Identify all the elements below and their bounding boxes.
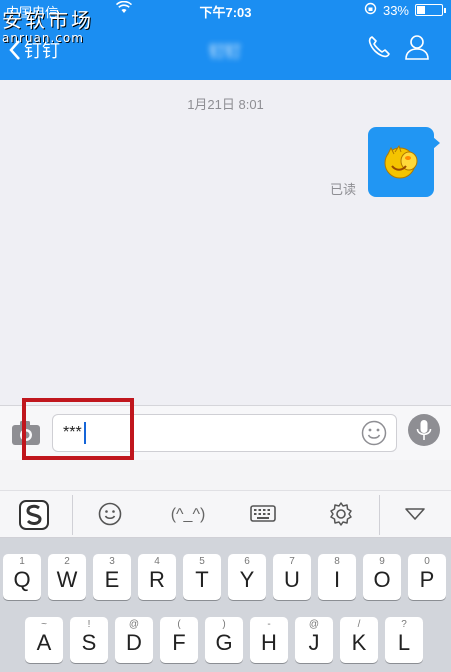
key-t[interactable]: 5T <box>183 554 221 600</box>
key-label: R <box>149 567 165 592</box>
key-y[interactable]: 6Y <box>228 554 266 600</box>
key-u[interactable]: 7U <box>273 554 311 600</box>
key-l[interactable]: ? L <box>385 617 423 663</box>
key-label: F <box>172 630 186 655</box>
key-a[interactable]: ~ A <box>25 617 63 663</box>
key-secondary-label: / <box>357 619 361 630</box>
key-label: U <box>284 567 300 592</box>
phone-icon[interactable] <box>366 34 392 60</box>
key-label: Y <box>239 567 255 592</box>
smile-icon[interactable] <box>95 501 125 529</box>
key-secondary-label: @ <box>128 619 140 630</box>
key-secondary-label: ? <box>401 619 407 630</box>
key-k[interactable]: / K <box>340 617 378 663</box>
key-label: D <box>126 630 142 655</box>
key-label: I <box>333 567 341 592</box>
key-secondary-label: 2 <box>64 556 70 567</box>
key-label: S <box>81 630 97 655</box>
key-secondary-label: 1 <box>19 556 25 567</box>
key-secondary-label: - <box>267 619 271 630</box>
key-secondary-label: ! <box>87 619 91 630</box>
top-bar: 中国电信 下午7:03 33% 安软市场 anruan.com 钉钉 钉钉 <box>0 0 451 80</box>
key-secondary-label: 4 <box>154 556 160 567</box>
key-label: Q <box>13 567 31 592</box>
key-w[interactable]: 2W <box>48 554 86 600</box>
watermark-title: 安软市场 <box>2 8 94 32</box>
key-label: G <box>215 630 233 655</box>
key-secondary-label: ) <box>222 619 226 630</box>
highlight-box <box>22 398 134 460</box>
chevron-left-icon <box>9 40 20 60</box>
key-secondary-label: 5 <box>199 556 205 567</box>
key-secondary-label: 9 <box>379 556 385 567</box>
chat-area[interactable]: 1月21日 8:01 已读 <box>0 80 451 405</box>
collapse-keyboard-icon[interactable] <box>400 501 430 529</box>
battery-percent: 33% <box>382 2 409 18</box>
key-secondary-label: 8 <box>334 556 340 567</box>
key-label: H <box>261 630 277 655</box>
message-bubble[interactable] <box>368 127 440 197</box>
key-secondary-label: ( <box>177 619 181 630</box>
key-q[interactable]: 1Q <box>3 554 41 600</box>
gear-icon[interactable] <box>326 501 356 529</box>
key-secondary-label: 6 <box>244 556 250 567</box>
key-label: L <box>397 630 411 655</box>
key-secondary-label: 7 <box>289 556 295 567</box>
key-secondary-label: 3 <box>109 556 115 567</box>
key-j[interactable]: @ J <box>295 617 333 663</box>
message-timestamp: 1月21日 8:01 <box>187 97 264 112</box>
key-r[interactable]: 4R <box>138 554 176 600</box>
key-s[interactable]: ! S <box>70 617 108 663</box>
toolbar-divider <box>72 495 73 535</box>
key-h[interactable]: -H <box>250 617 288 663</box>
back-button[interactable]: 钉钉 <box>8 36 60 64</box>
emoticon-button[interactable]: (^_^) <box>170 501 206 529</box>
keyboard-icon[interactable] <box>248 501 278 529</box>
read-status: 已读 <box>330 182 357 197</box>
keyboard: 1Q2W3E4R5T6Y7U8I9O0P ~ A! S @ D(F) G - H @ J / K? L <box>0 538 451 672</box>
back-label: 钉钉 <box>24 41 60 61</box>
key-secondary-label: 0 <box>424 556 430 567</box>
microphone-icon[interactable] <box>408 414 440 446</box>
key-secondary-label: @ <box>308 619 320 630</box>
emoji-button-icon[interactable] <box>361 420 387 446</box>
key-label: K <box>351 630 367 655</box>
key-label: O <box>373 567 391 592</box>
rotation-lock-icon <box>364 2 377 18</box>
battery-icon <box>415 4 446 16</box>
chat-title: 钉钉 <box>208 44 241 61</box>
profile-icon[interactable] <box>404 34 430 60</box>
key-e[interactable]: 3E <box>93 554 131 600</box>
key-p[interactable]: 0P <box>408 554 446 600</box>
key-label: A <box>36 630 52 655</box>
key-d[interactable]: @ D <box>115 617 153 663</box>
key-o[interactable]: 9O <box>363 554 401 600</box>
key-label: J <box>308 630 320 655</box>
key-label: P <box>419 567 435 592</box>
key-secondary-label: ~ <box>41 619 47 630</box>
key-i[interactable]: 8I <box>318 554 356 600</box>
keyboard-toolbar: (^_^) <box>0 490 451 538</box>
sogou-logo-icon[interactable] <box>18 499 50 531</box>
key-label: W <box>56 567 78 592</box>
key-label: T <box>195 567 209 592</box>
toolbar-divider <box>379 495 380 535</box>
key-g[interactable]: ) G <box>205 617 243 663</box>
keyboard-spacer <box>0 460 451 490</box>
key-label: E <box>104 567 120 592</box>
key-f[interactable]: (F <box>160 617 198 663</box>
emoji-sticker-icon <box>384 144 418 179</box>
